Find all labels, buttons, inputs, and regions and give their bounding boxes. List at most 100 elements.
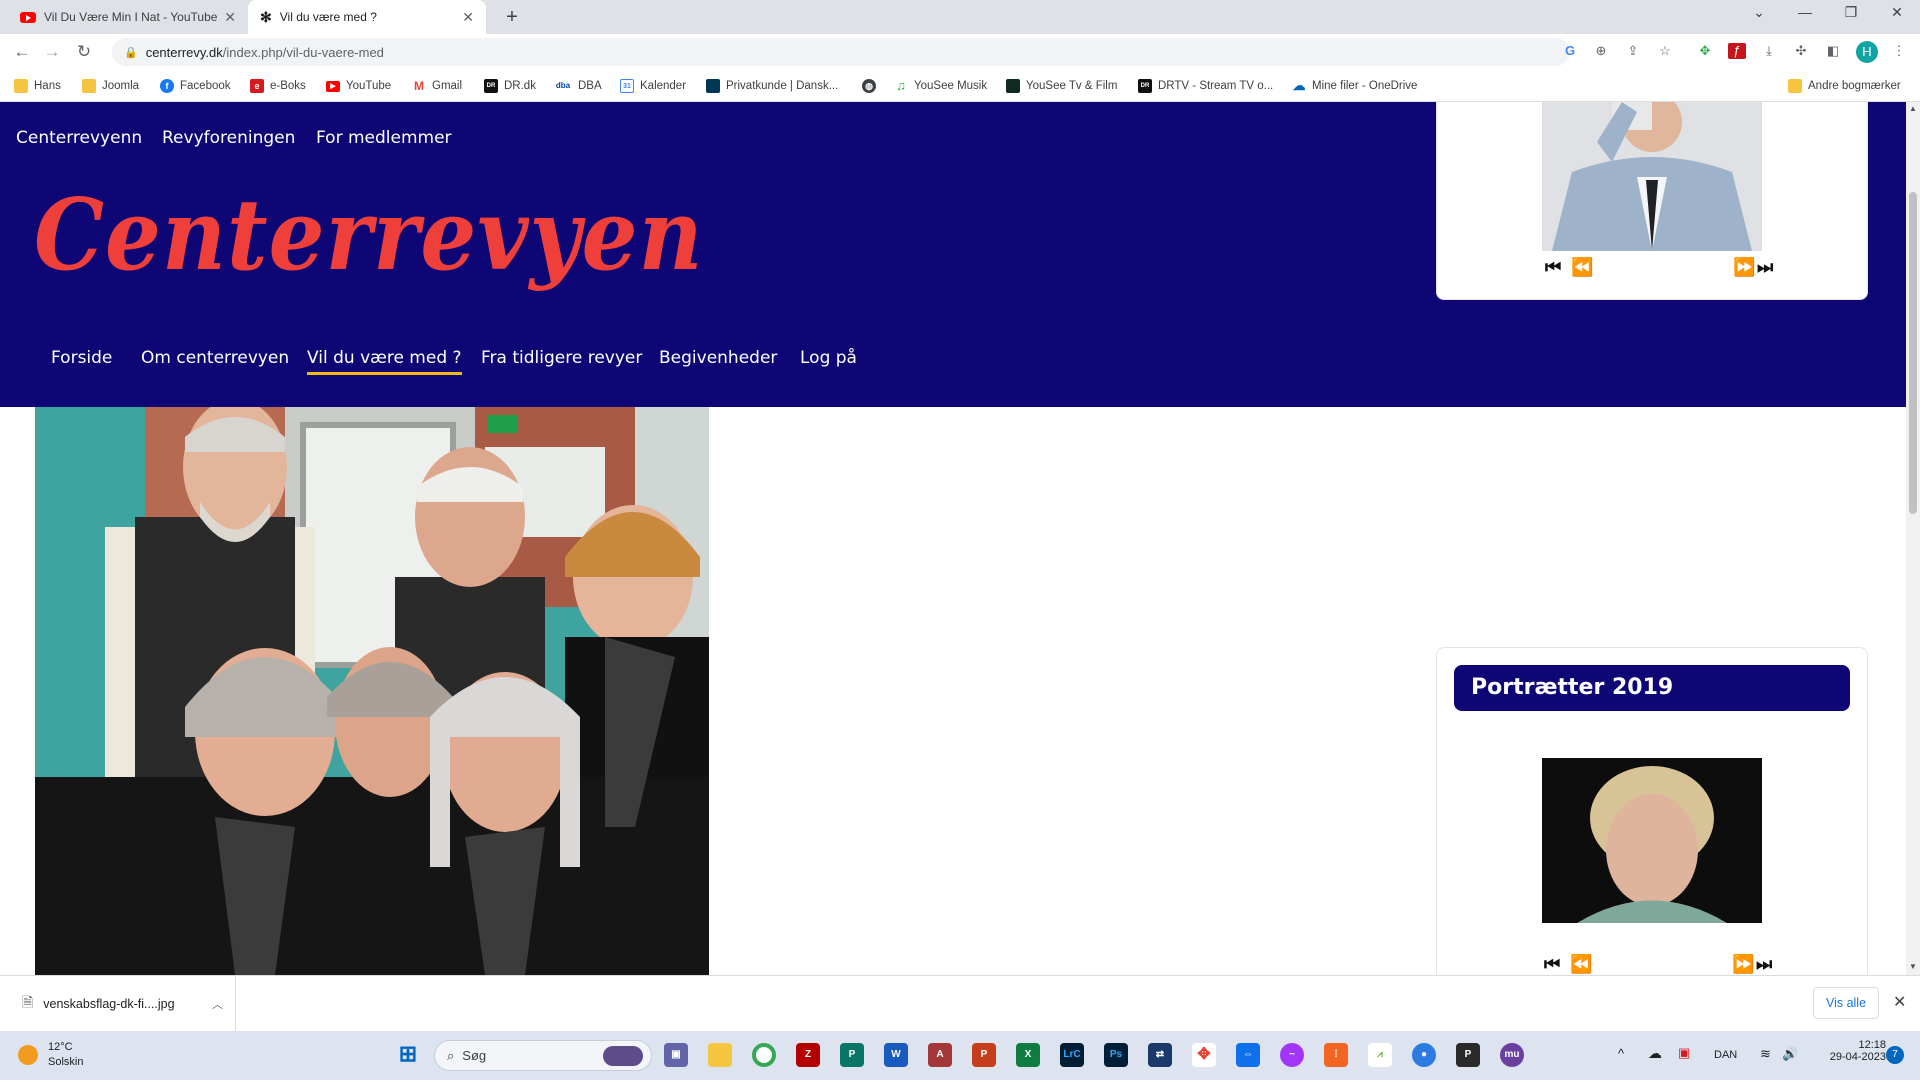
topnav-revyforeningen[interactable]: Revyforeningen bbox=[162, 128, 295, 148]
volume-icon[interactable]: 🔊 bbox=[1782, 1046, 1798, 1062]
bookmark-eboks[interactable]: e e-Boks bbox=[250, 77, 306, 95]
access-icon[interactable]: A bbox=[928, 1043, 952, 1067]
bookmark-joomla[interactable]: Joomla bbox=[82, 77, 139, 95]
page-scrollbar[interactable]: ▲ ▼ bbox=[1906, 102, 1920, 975]
onedrive-tray-icon[interactable]: ☁ bbox=[1648, 1045, 1662, 1062]
onedrive-icon: ☁ bbox=[1292, 78, 1306, 93]
previous-slide-button[interactable]: ⏪ bbox=[1570, 954, 1592, 975]
download-item[interactable]: 🗎 venskabsflag-dk-fi....jpg ︿ bbox=[10, 976, 236, 1032]
tab-vil-du-vaere-med[interactable]: ✻ Vil du være med ? ✕ bbox=[248, 0, 486, 34]
notification-badge[interactable]: 7 bbox=[1886, 1046, 1904, 1064]
bookmark-star-icon[interactable]: ☆ bbox=[1656, 43, 1674, 59]
clock[interactable]: 12:18 29-04-2023 bbox=[1826, 1039, 1886, 1063]
bookmark-onedrive[interactable]: ☁ Mine filer - OneDrive bbox=[1292, 77, 1417, 95]
scrollbar-thumb[interactable] bbox=[1909, 192, 1917, 514]
bookmark-yousee-musik[interactable]: ♫ YouSee Musik bbox=[894, 77, 987, 95]
bookmark-youtube[interactable]: ▶ YouTube bbox=[326, 77, 391, 95]
photoshop-icon[interactable]: Ps bbox=[1104, 1043, 1128, 1067]
office-app-icon[interactable]: ⁞ bbox=[1324, 1043, 1348, 1067]
powerpoint-icon[interactable]: P bbox=[972, 1043, 996, 1067]
extension-icon[interactable]: ✥ bbox=[1696, 43, 1714, 59]
nav-vil-du-vaere-med[interactable]: Vil du være med ? bbox=[307, 348, 462, 375]
first-slide-button[interactable]: ⏮ bbox=[1544, 954, 1560, 975]
close-icon[interactable]: ✕ bbox=[224, 9, 236, 26]
window-close-icon[interactable]: ✕ bbox=[1882, 4, 1912, 21]
tab-search-icon[interactable]: ⌄ bbox=[1744, 4, 1774, 21]
show-all-downloads-button[interactable]: Vis alle bbox=[1813, 987, 1879, 1019]
transfer-icon[interactable]: ⇄ bbox=[1148, 1043, 1172, 1067]
tab-youtube[interactable]: Vil Du Være Min I Nat - YouTube ✕ bbox=[8, 0, 248, 34]
chevron-up-icon[interactable]: ︿ bbox=[212, 996, 223, 1012]
previous-slide-button[interactable]: ⏪ bbox=[1571, 257, 1593, 278]
menu-icon[interactable]: ⋮ bbox=[1890, 43, 1908, 59]
pdf-extension-icon[interactable]: ƒ bbox=[1728, 43, 1746, 59]
publisher-icon[interactable]: P bbox=[840, 1043, 864, 1067]
new-tab-button[interactable]: + bbox=[500, 5, 524, 29]
teams-chat-icon[interactable]: ▣ bbox=[664, 1043, 688, 1067]
nav-fra-tidligere-revyer[interactable]: Fra tidligere revyer bbox=[481, 348, 642, 368]
scroll-down-icon[interactable]: ▼ bbox=[1909, 962, 1917, 971]
topnav-for-medlemmer[interactable]: For medlemmer bbox=[316, 128, 452, 148]
bookmark-globe[interactable]: ◍ bbox=[862, 77, 882, 95]
nav-om-centerrevyen[interactable]: Om centerrevyen bbox=[141, 348, 289, 368]
bookmark-gmail[interactable]: M Gmail bbox=[412, 77, 462, 95]
share-icon[interactable]: ⇪ bbox=[1624, 43, 1642, 59]
chevron-up-icon[interactable]: ^ bbox=[1618, 1046, 1624, 1061]
restore-icon[interactable]: ❐ bbox=[1836, 4, 1866, 21]
weather-widget[interactable]: 12°C Solskin bbox=[18, 1040, 83, 1070]
nav-log-paa[interactable]: Log på bbox=[800, 348, 857, 368]
word-icon[interactable]: W bbox=[884, 1043, 908, 1067]
first-slide-button[interactable]: ⏮ bbox=[1545, 257, 1561, 278]
pinwheel-icon[interactable]: ✥ bbox=[1192, 1043, 1216, 1067]
clock-date: 29-04-2023 bbox=[1829, 1051, 1886, 1063]
language-indicator[interactable]: DAN bbox=[1714, 1049, 1737, 1061]
excel-icon[interactable]: X bbox=[1016, 1043, 1040, 1067]
media-app-icon[interactable]: mu bbox=[1500, 1043, 1524, 1067]
messenger-icon[interactable]: ~ bbox=[1280, 1043, 1304, 1067]
close-download-bar-icon[interactable]: ✕ bbox=[1893, 992, 1906, 1012]
zoom-icon[interactable]: ⊕ bbox=[1592, 43, 1610, 59]
reload-icon[interactable]: ↻ bbox=[74, 42, 94, 62]
back-icon[interactable]: ← bbox=[12, 42, 32, 62]
chrome-icon[interactable] bbox=[752, 1043, 776, 1067]
topnav-centerrevyenn[interactable]: Centerrevyenn bbox=[16, 128, 142, 148]
scroll-up-icon[interactable]: ▲ bbox=[1909, 104, 1917, 113]
firefox-icon[interactable]: ● bbox=[1412, 1043, 1436, 1067]
filezilla-icon[interactable]: Z bbox=[796, 1043, 820, 1067]
profile-avatar[interactable]: H bbox=[1856, 41, 1878, 63]
file-explorer-icon[interactable] bbox=[708, 1043, 732, 1067]
bookmark-dba[interactable]: dba DBA bbox=[554, 77, 602, 95]
side-panel-icon[interactable]: ◧ bbox=[1824, 43, 1842, 59]
google-translate-icon[interactable]: G bbox=[1561, 43, 1579, 58]
bookmark-privatkunde[interactable]: Privatkunde | Dansk... bbox=[706, 77, 838, 95]
paint-shop-icon[interactable]: P bbox=[1456, 1043, 1480, 1067]
antivirus-tray-icon[interactable]: ▣ bbox=[1678, 1045, 1690, 1061]
teamviewer-icon[interactable]: ⇔ bbox=[1236, 1043, 1260, 1067]
bookmark-dr[interactable]: DR DR.dk bbox=[484, 77, 536, 95]
site-logo[interactable]: Centerrevyen bbox=[34, 176, 704, 292]
other-bookmarks[interactable]: Andre bogmærker bbox=[1788, 77, 1901, 95]
bookmark-hans[interactable]: Hans bbox=[14, 77, 61, 95]
bookmark-facebook[interactable]: f Facebook bbox=[160, 77, 231, 95]
forward-icon[interactable]: → bbox=[42, 42, 62, 62]
start-icon[interactable]: ⊞ bbox=[396, 1043, 420, 1067]
minimize-icon[interactable]: — bbox=[1790, 4, 1820, 20]
nav-begivenheder[interactable]: Begivenheder bbox=[659, 348, 777, 368]
last-slide-button[interactable]: ⏭ bbox=[1757, 257, 1773, 278]
wifi-icon[interactable]: ≋ bbox=[1760, 1046, 1771, 1062]
chart-app-icon[interactable]: ⩘ bbox=[1368, 1043, 1392, 1067]
bookmark-drtv[interactable]: DR DRTV - Stream TV o... bbox=[1138, 77, 1273, 95]
close-icon[interactable]: ✕ bbox=[462, 9, 474, 26]
download-icon[interactable]: ⤓ bbox=[1760, 43, 1778, 59]
nav-forside[interactable]: Forside bbox=[51, 348, 112, 368]
last-slide-button[interactable]: ⏭ bbox=[1756, 954, 1772, 975]
download-bar: 🗎 venskabsflag-dk-fi....jpg ︿ Vis alle ✕ bbox=[0, 975, 1920, 1032]
taskbar-search[interactable]: ⌕ Søg bbox=[434, 1040, 652, 1071]
next-slide-button[interactable]: ⏩ bbox=[1732, 954, 1754, 975]
next-slide-button[interactable]: ⏩ bbox=[1733, 257, 1755, 278]
puzzle-icon[interactable]: ✣ bbox=[1792, 43, 1810, 59]
bookmark-kalender[interactable]: 31 Kalender bbox=[620, 77, 686, 95]
address-bar[interactable]: 🔒 centerrevy.dk/index.php/vil-du-vaere-m… bbox=[112, 38, 1570, 66]
lightroom-icon[interactable]: LrC bbox=[1060, 1043, 1084, 1067]
bookmark-yousee-tv[interactable]: YouSee Tv & Film bbox=[1006, 77, 1117, 95]
